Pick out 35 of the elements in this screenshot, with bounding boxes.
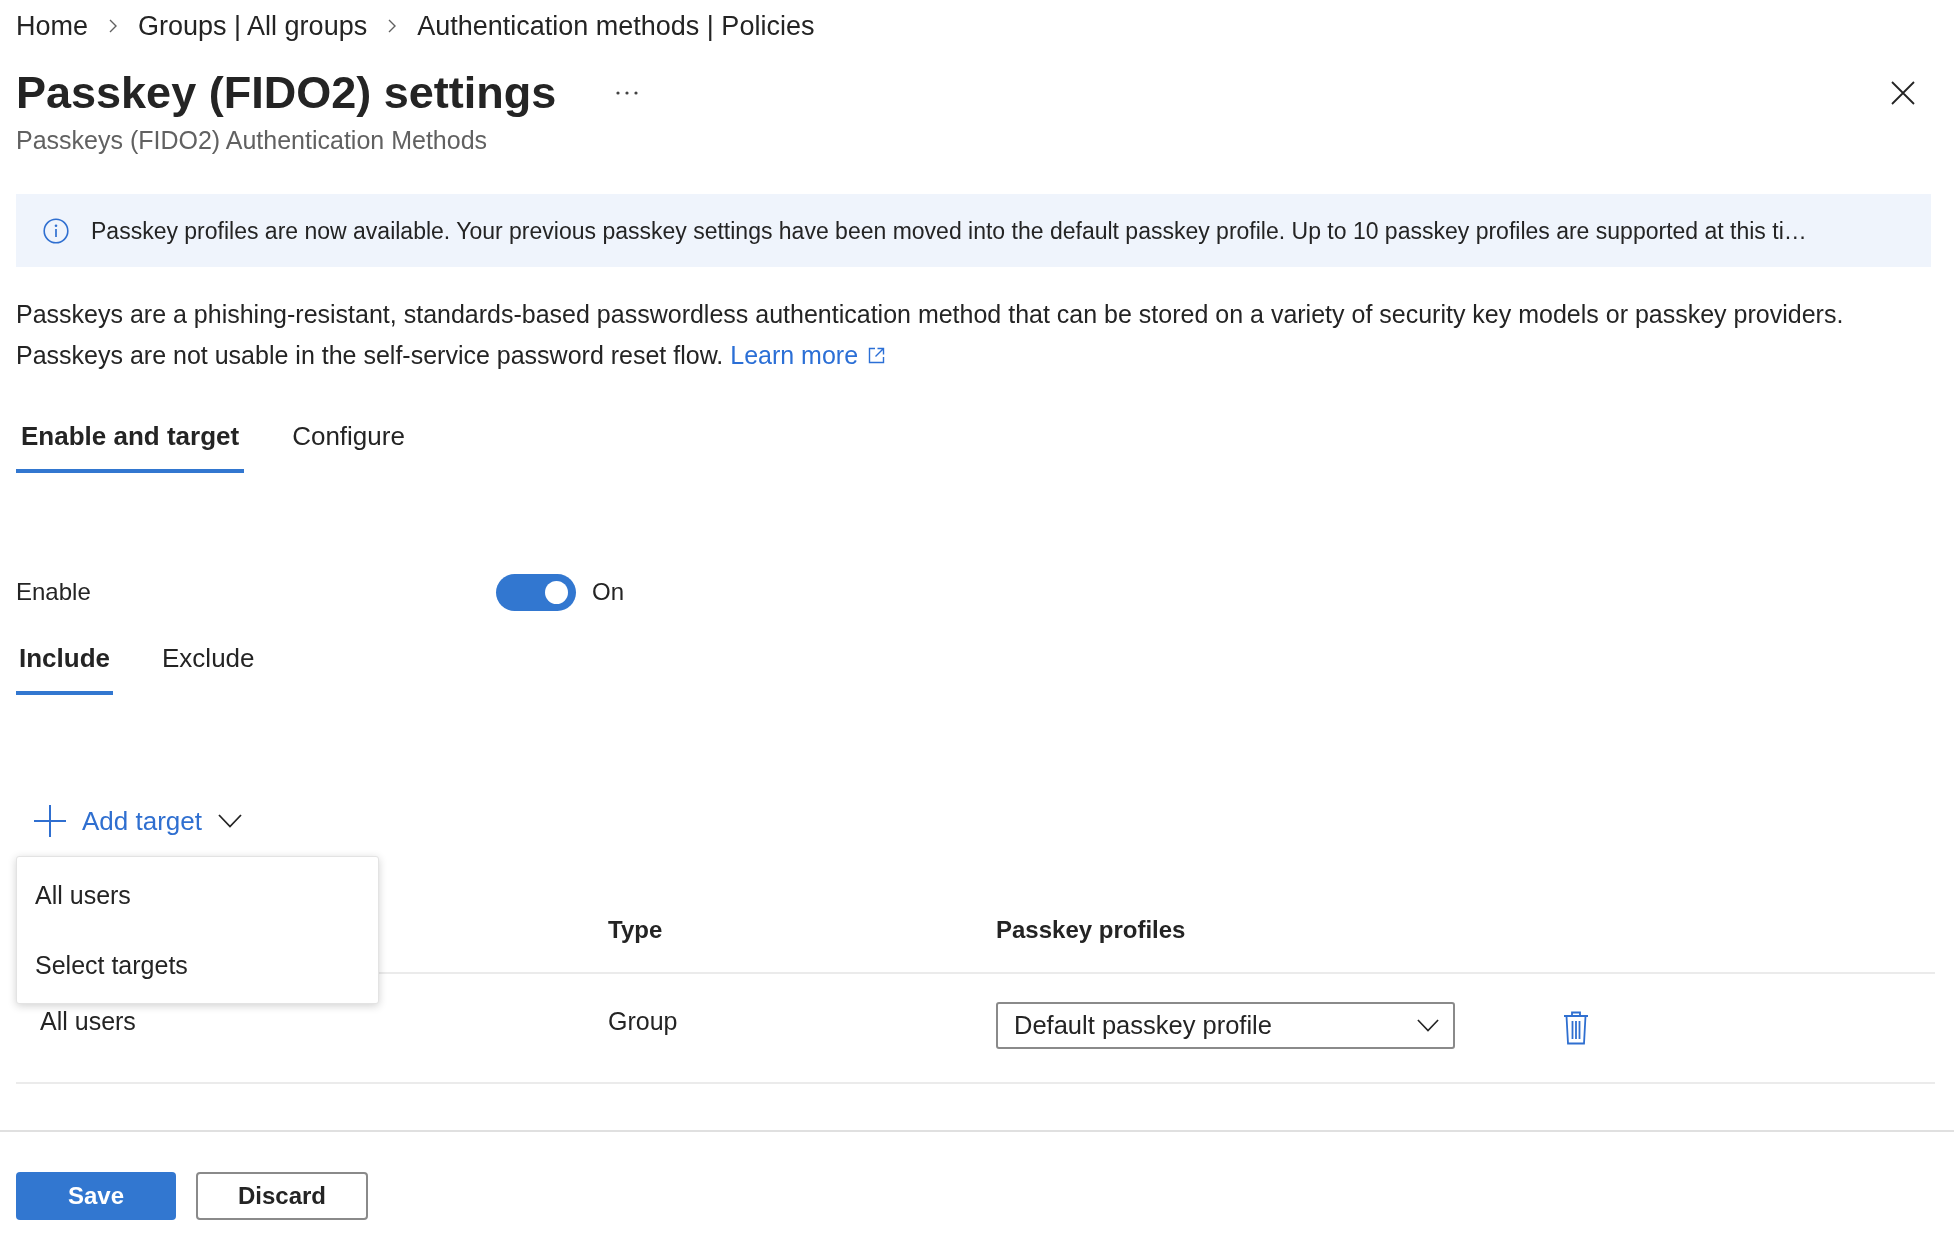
- page-title: Passkey (FIDO2) settings: [16, 67, 557, 119]
- chevron-right-icon: [109, 19, 118, 33]
- discard-button[interactable]: Discard: [196, 1172, 368, 1220]
- table-cell: Group: [608, 1006, 678, 1035]
- menu-item[interactable]: All users: [17, 860, 378, 930]
- column-header: Passkey profiles: [996, 916, 1186, 943]
- trash-icon[interactable]: [1563, 1011, 1589, 1045]
- external-link-icon: [868, 347, 886, 364]
- save-button[interactable]: Save: [16, 1172, 176, 1220]
- info-icon: [43, 217, 69, 244]
- enable-label: Enable: [16, 577, 91, 607]
- plus-icon: [34, 805, 66, 837]
- tab[interactable]: Enable and target: [16, 411, 245, 473]
- add-target-button[interactable]: Add target: [34, 801, 242, 841]
- table-cell: All users: [40, 1006, 136, 1035]
- breadcrumb-link[interactable]: Authentication methods | Policies: [417, 10, 815, 42]
- page-subtitle: Passkeys (FIDO2) Authentication Methods: [16, 126, 488, 154]
- chevron-right-icon: [388, 19, 397, 33]
- breadcrumb-link[interactable]: Groups | All groups: [138, 10, 368, 42]
- banner-text: Passkey profiles are now available. Your previous passkey settings have been moved into the default passkey profile. Up to 10 passkey profiles are supported at this ti…: [91, 216, 1807, 245]
- learn-more-link[interactable]: Learn more: [730, 335, 886, 376]
- tab[interactable]: Include: [16, 633, 113, 695]
- menu-item[interactable]: Select targets: [17, 930, 378, 1000]
- close-icon[interactable]: [1891, 81, 1915, 105]
- more-icon[interactable]: [616, 91, 639, 95]
- tab[interactable]: Configure: [287, 411, 410, 473]
- description-text: Passkeys are a phishing-resistant, standards-based passwordless authentication method that can be stored on a variety of security key models or passkey providers. Passkeys are not usable in the self-service password reset flow. Learn more: [16, 294, 1896, 376]
- chevron-down-icon: [1417, 1018, 1439, 1032]
- chevron-down-icon: [218, 814, 242, 828]
- tab[interactable]: Exclude: [159, 633, 258, 695]
- breadcrumb-link[interactable]: Home: [16, 10, 89, 42]
- toggle-state-label: On: [592, 577, 624, 607]
- profile-dropdown[interactable]: Default passkey profile: [996, 1001, 1455, 1049]
- toggle-switch[interactable]: [496, 573, 576, 611]
- column-header: Type: [608, 916, 663, 943]
